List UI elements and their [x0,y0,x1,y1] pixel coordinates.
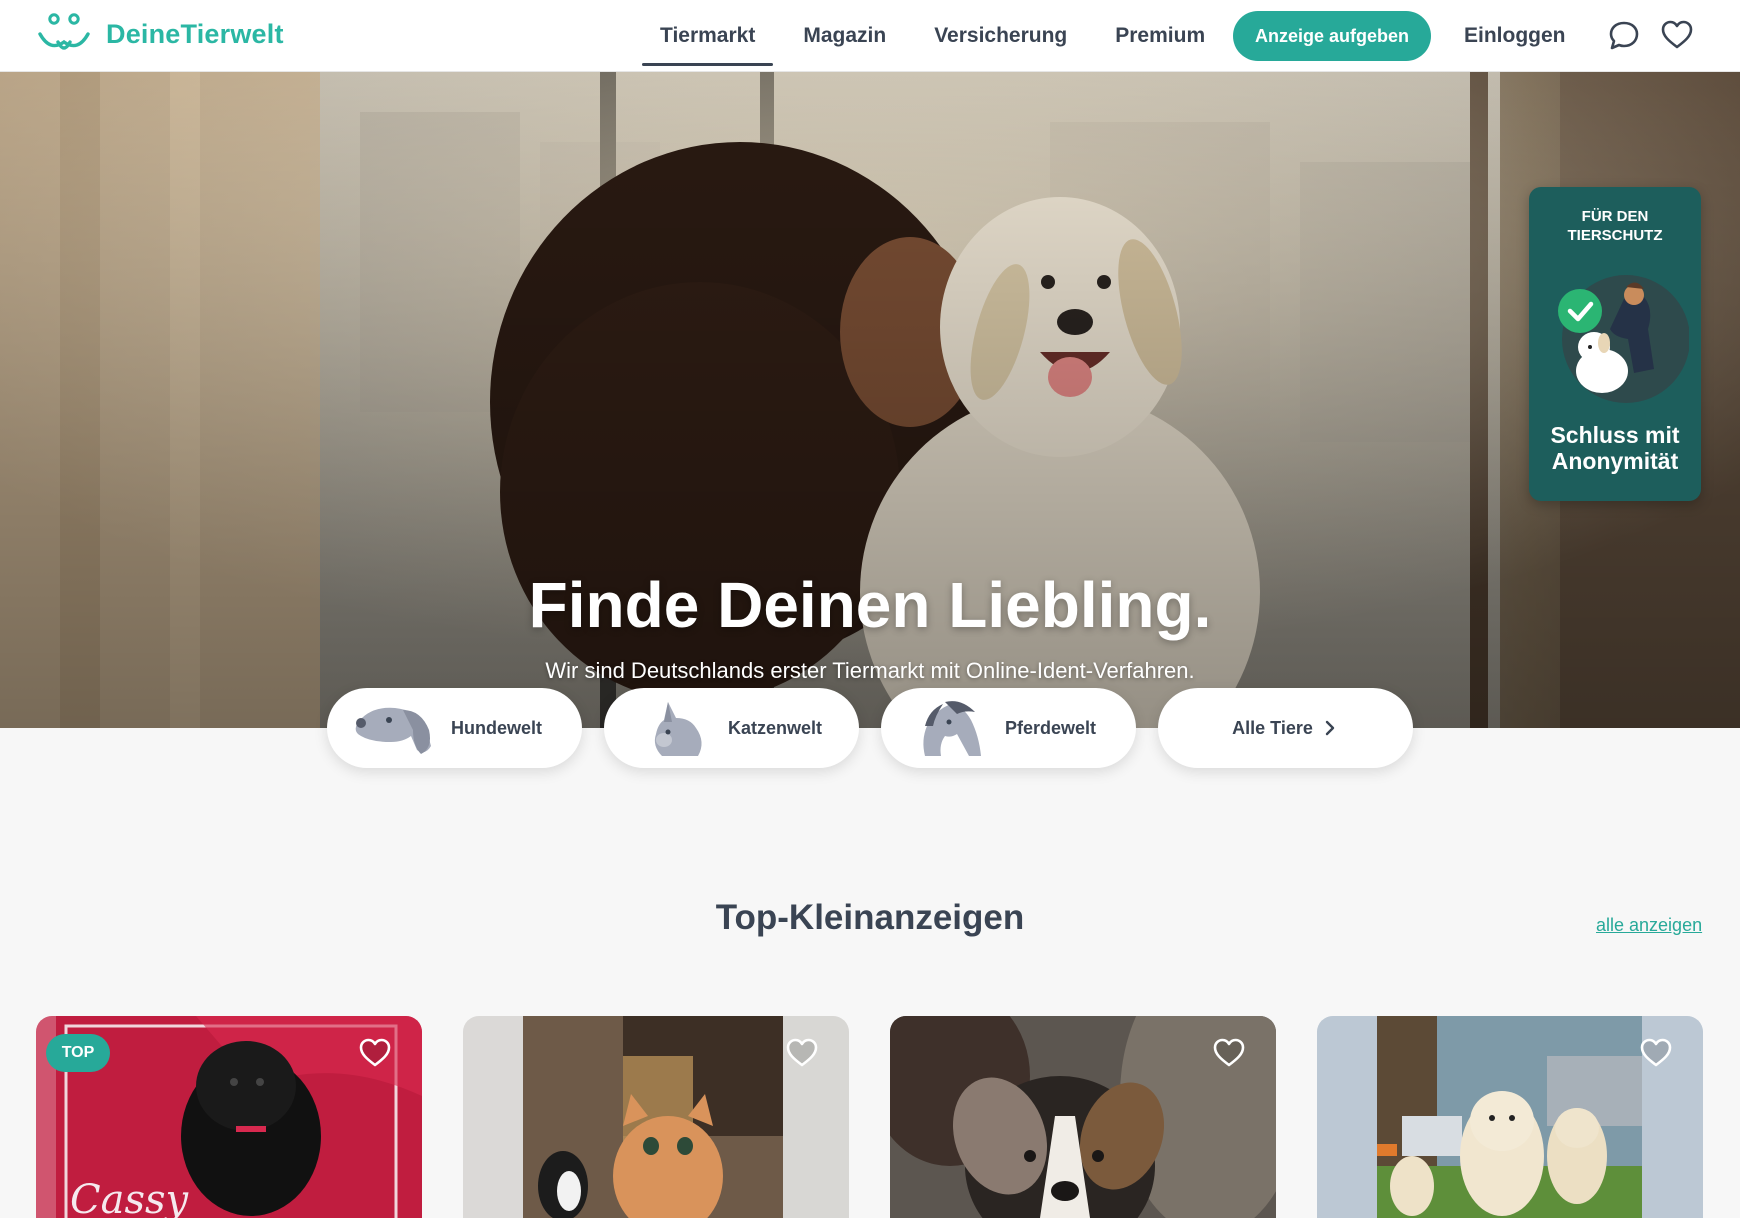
cat-head-icon [654,702,702,756]
top-badge: TOP [46,1034,110,1072]
site-header: DeineTierwelt Tiermarkt Magazin Versiche… [0,0,1740,72]
favorite-heart-icon[interactable] [785,1036,819,1070]
chat-bubble-icon[interactable] [1607,18,1641,52]
login-link[interactable]: Einloggen [1464,0,1566,72]
see-all-listings-link[interactable]: alle anzeigen [1596,915,1702,936]
dog-head-icon [355,707,431,754]
chevron-right-icon [1325,720,1335,736]
pet-face-logo-icon [38,13,90,50]
listing-card[interactable] [463,1016,849,1218]
top-listings-title: Top-Kleinanzeigen [715,898,1025,937]
hero-subtitle: Wir sind Deutschlands erster Tiermarkt m… [545,658,1195,683]
category-hundewelt[interactable]: Hundewelt [327,688,582,768]
category-alle-tiere[interactable]: Alle Tiere [1158,688,1413,768]
photo-caption-handwriting: Cassy [70,1177,190,1218]
listing-card[interactable] [1317,1016,1703,1218]
person-with-dog-illustration [1558,275,1689,403]
category-alle-tiere-label: Alle Tiere [1232,717,1313,738]
badge-top-line1: FÜR DEN [1581,208,1649,225]
nav-item-magazin[interactable]: Magazin [779,0,910,72]
hero-title: Finde Deinen Liebling. [528,569,1212,641]
category-katzenwelt-label: Katzenwelt [728,717,823,738]
nav-item-versicherung[interactable]: Versicherung [910,0,1091,72]
category-katzenwelt[interactable]: Katzenwelt [604,688,859,768]
brand-logo[interactable]: DeineTierwelt [36,12,284,56]
nav-item-premium[interactable]: Premium [1091,0,1229,72]
main-nav: Tiermarkt Magazin Versicherung Premium [636,0,1229,72]
post-ad-button[interactable]: Anzeige aufgeben [1233,11,1431,61]
nav-item-tiermarkt[interactable]: Tiermarkt [636,0,779,72]
animal-welfare-badge[interactable]: FÜR DEN TIERSCHUTZ Schluss mit Anonymitä… [1529,187,1701,501]
badge-bottom-line1: Schluss mit [1550,422,1680,448]
listing-card[interactable]: TOP Cassy [36,1016,422,1218]
badge-bottom-line2: Anonymität [1551,448,1679,474]
listing-card[interactable] [890,1016,1276,1218]
category-hundewelt-label: Hundewelt [451,717,543,738]
horse-head-icon [923,701,981,756]
hero-banner: FÜR DEN TIERSCHUTZ Schluss mit Anonymitä… [0,72,1740,728]
heart-icon[interactable] [1660,18,1694,52]
brand-name: DeineTierwelt [106,18,284,49]
favorite-heart-icon[interactable] [358,1036,392,1070]
svg-text:Cassy: Cassy [70,1177,190,1218]
category-pferdewelt-label: Pferdewelt [1005,717,1097,738]
favorite-heart-icon[interactable] [1212,1036,1246,1070]
badge-top-line2: TIERSCHUTZ [1567,227,1663,244]
category-pferdewelt[interactable]: Pferdewelt [881,688,1136,768]
favorite-heart-icon[interactable] [1639,1036,1673,1070]
